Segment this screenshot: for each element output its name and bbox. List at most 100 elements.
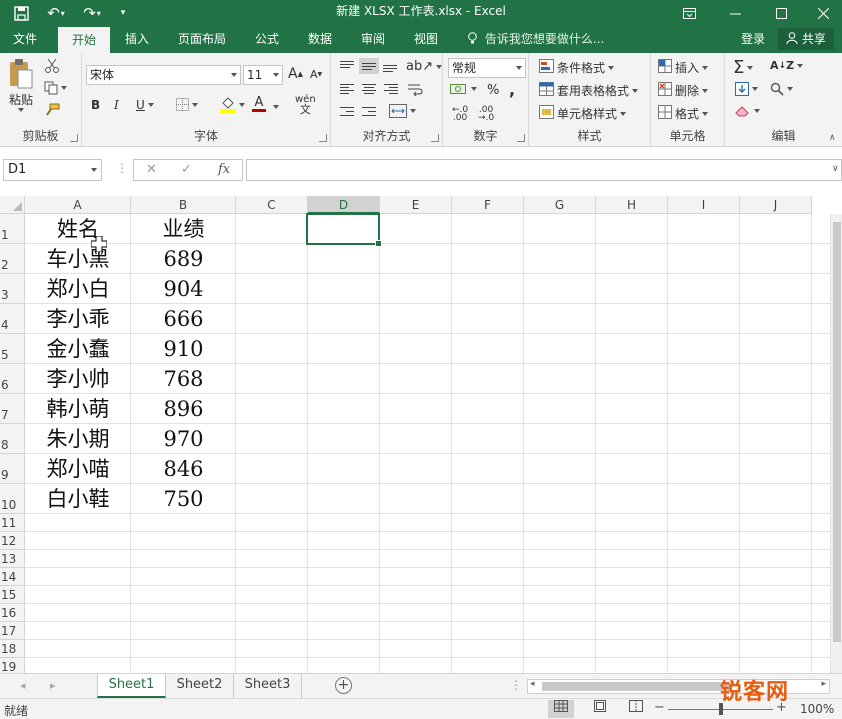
fill-color-icon[interactable] bbox=[220, 96, 245, 113]
close-icon[interactable] bbox=[800, 0, 842, 26]
ribbon-display-options-icon[interactable] bbox=[666, 0, 712, 26]
shrink-font-button[interactable]: A ▼ bbox=[310, 68, 322, 81]
format-as-table-button[interactable]: 套用表格格式 bbox=[539, 82, 639, 99]
number-launcher-icon[interactable] bbox=[517, 134, 525, 142]
format-cells-button[interactable]: 格式 bbox=[658, 105, 709, 122]
italic-button[interactable]: I bbox=[114, 98, 119, 112]
decrease-indent-icon[interactable] bbox=[340, 106, 354, 118]
tab-review[interactable]: 审阅 bbox=[351, 26, 395, 53]
vertical-scroll-thumb[interactable] bbox=[833, 222, 841, 642]
borders-icon[interactable] bbox=[176, 98, 198, 111]
merge-center-icon[interactable] bbox=[389, 104, 416, 118]
login-link[interactable]: 登录 bbox=[741, 26, 765, 53]
cell-score[interactable]: 846 bbox=[131, 454, 236, 484]
scroll-left-icon[interactable]: ◂ bbox=[530, 679, 535, 689]
name-box[interactable]: D1 bbox=[3, 159, 102, 181]
font-name-select[interactable]: 宋体 bbox=[86, 65, 241, 85]
tab-insert[interactable]: 插入 bbox=[115, 26, 159, 53]
row-header-8[interactable]: 8 bbox=[0, 424, 25, 454]
collapse-ribbon-icon[interactable]: ∧ bbox=[829, 133, 836, 143]
column-header-c[interactable]: C bbox=[236, 196, 308, 214]
confirm-entry-icon[interactable]: ✓ bbox=[181, 160, 192, 180]
wrap-text-icon[interactable] bbox=[407, 83, 423, 96]
align-left-icon[interactable] bbox=[340, 83, 354, 95]
bold-button[interactable]: B bbox=[91, 98, 100, 112]
normal-view-icon[interactable] bbox=[548, 700, 574, 718]
decrease-decimal-icon[interactable]: .00 →.0 bbox=[478, 106, 494, 123]
row-header-2[interactable]: 2 bbox=[0, 244, 25, 274]
paste-button[interactable]: 粘贴 bbox=[6, 58, 36, 112]
row-header-5[interactable]: 5 bbox=[0, 334, 25, 364]
column-header-a[interactable]: A bbox=[25, 196, 131, 214]
row-header-14[interactable]: 14 bbox=[0, 568, 25, 586]
cell-name[interactable]: 韩小萌 bbox=[25, 394, 131, 424]
tab-split-grip-icon[interactable]: ⋮ bbox=[510, 678, 522, 692]
cut-icon[interactable] bbox=[44, 58, 60, 74]
sheet-tab-sheet3[interactable]: Sheet3 bbox=[234, 674, 302, 698]
font-launcher-icon[interactable] bbox=[319, 134, 327, 142]
column-header-b[interactable]: B bbox=[131, 196, 236, 214]
cell-name[interactable]: 郑小白 bbox=[25, 274, 131, 304]
phonetic-guide-button[interactable]: wén 文 bbox=[295, 95, 316, 116]
cell-score[interactable]: 750 bbox=[131, 484, 236, 514]
column-header-e[interactable]: E bbox=[380, 196, 452, 214]
align-top-icon[interactable] bbox=[340, 60, 354, 72]
cell-score[interactable]: 896 bbox=[131, 394, 236, 424]
grow-font-button[interactable]: A ▲ bbox=[288, 66, 303, 82]
column-header-h[interactable]: H bbox=[596, 196, 668, 214]
copy-icon[interactable] bbox=[44, 81, 67, 95]
cell-a1-header-name[interactable]: 姓名 bbox=[25, 214, 131, 244]
row-header-17[interactable]: 17 bbox=[0, 622, 25, 640]
zoom-out-icon[interactable]: − bbox=[654, 700, 665, 715]
increase-decimal-icon[interactable]: ←.0.00 bbox=[452, 106, 468, 123]
fill-icon[interactable] bbox=[735, 82, 758, 96]
row-header-1[interactable]: 1 bbox=[0, 214, 25, 244]
cell-styles-button[interactable]: 单元格样式 bbox=[539, 105, 627, 122]
number-format-select[interactable]: 常规 bbox=[448, 58, 526, 78]
tab-file[interactable]: 文件 bbox=[0, 26, 50, 53]
cell-name[interactable]: 白小鞋 bbox=[25, 484, 131, 514]
column-header-f[interactable]: F bbox=[452, 196, 524, 214]
scroll-right-icon[interactable]: ▸ bbox=[821, 679, 826, 689]
zoom-level[interactable]: 100% bbox=[800, 702, 834, 716]
row-header-15[interactable]: 15 bbox=[0, 586, 25, 604]
align-middle-icon[interactable] bbox=[359, 58, 379, 74]
expand-formula-bar-icon[interactable]: ∨ bbox=[832, 164, 839, 174]
percent-button[interactable]: % bbox=[487, 83, 499, 98]
row-header-13[interactable]: 13 bbox=[0, 550, 25, 568]
row-header-3[interactable]: 3 bbox=[0, 274, 25, 304]
font-size-select[interactable]: 11 bbox=[243, 65, 283, 85]
row-header-7[interactable]: 7 bbox=[0, 394, 25, 424]
row-header-18[interactable]: 18 bbox=[0, 640, 25, 658]
cell-score[interactable]: 970 bbox=[131, 424, 236, 454]
cell-name[interactable]: 李小乖 bbox=[25, 304, 131, 334]
tab-page-layout[interactable]: 页面布局 bbox=[170, 26, 234, 53]
add-sheet-icon[interactable]: + bbox=[335, 677, 352, 694]
row-header-11[interactable]: 11 bbox=[0, 514, 25, 532]
insert-function-icon[interactable]: fx bbox=[218, 160, 230, 180]
row-header-10[interactable]: 10 bbox=[0, 484, 25, 514]
cell-score[interactable]: 666 bbox=[131, 304, 236, 334]
clear-icon[interactable] bbox=[735, 105, 760, 117]
insert-cells-button[interactable]: 插入 bbox=[658, 59, 709, 76]
row-header-16[interactable]: 16 bbox=[0, 604, 25, 622]
page-break-view-icon[interactable] bbox=[623, 700, 649, 718]
row-header-9[interactable]: 9 bbox=[0, 454, 25, 484]
row-header-6[interactable]: 6 bbox=[0, 364, 25, 394]
row-header-12[interactable]: 12 bbox=[0, 532, 25, 550]
accounting-format-icon[interactable] bbox=[450, 82, 477, 96]
cell-score[interactable]: 904 bbox=[131, 274, 236, 304]
clipboard-launcher-icon[interactable] bbox=[70, 134, 78, 142]
next-sheet-icon[interactable]: ▸ bbox=[50, 674, 56, 699]
minimize-icon[interactable] bbox=[712, 0, 758, 26]
prev-sheet-icon[interactable]: ◂ bbox=[20, 674, 26, 699]
tell-me-box[interactable]: 告诉我您想要做什么... bbox=[468, 26, 604, 53]
cell-score[interactable]: 689 bbox=[131, 244, 236, 274]
cell-b1-header-score[interactable]: 业绩 bbox=[131, 214, 236, 244]
sheet-tab-sheet2[interactable]: Sheet2 bbox=[166, 674, 234, 698]
sheet-tab-sheet1[interactable]: Sheet1 bbox=[97, 674, 166, 698]
font-color-button[interactable]: A bbox=[252, 96, 266, 112]
active-cell-selection[interactable] bbox=[306, 213, 382, 247]
cell-name[interactable]: 郑小喵 bbox=[25, 454, 131, 484]
tab-formulas[interactable]: 公式 bbox=[245, 26, 289, 53]
